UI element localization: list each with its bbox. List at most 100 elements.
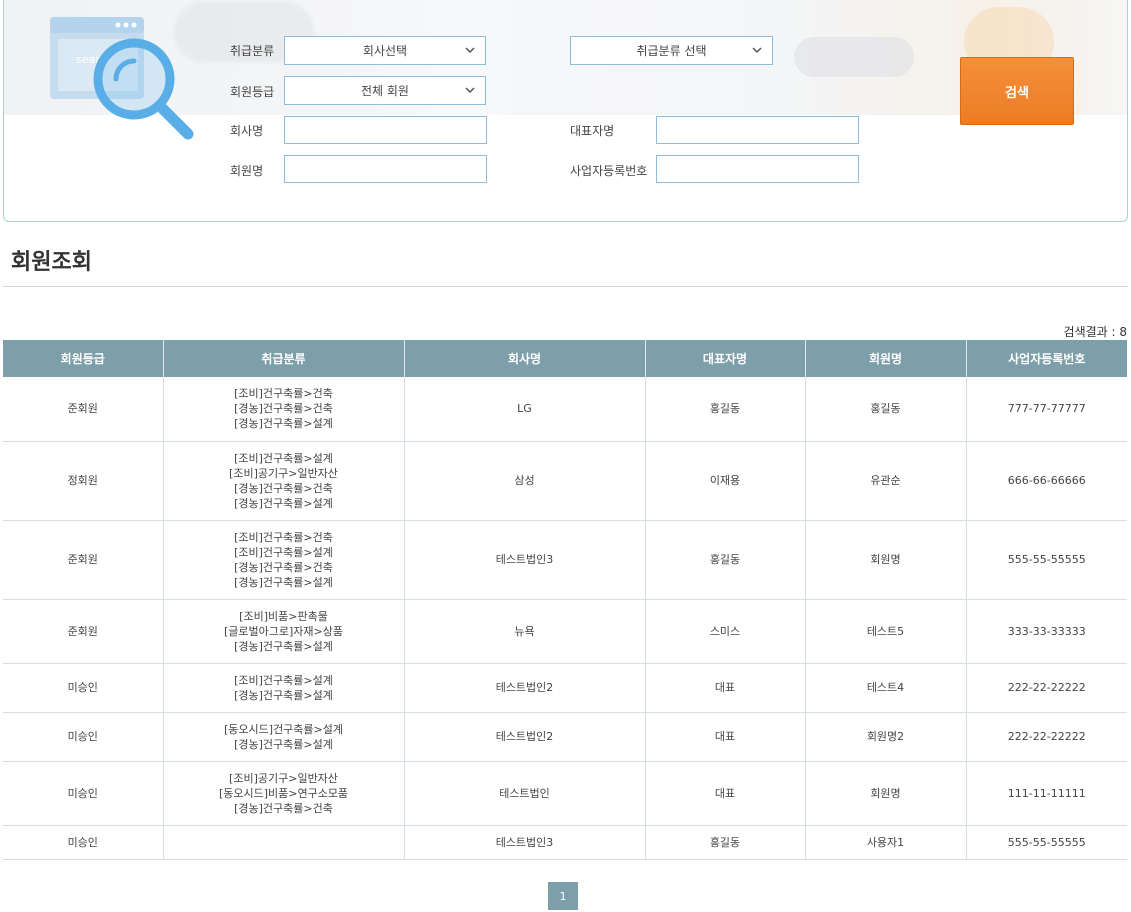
cell-categories: [조비]비품>판촉물 [글로벌아그로]자재>상품 [경농]건구축률>설계: [162, 599, 404, 664]
cell-grade: 미승인: [3, 712, 163, 762]
table-row[interactable]: 미승인 [동오시드]건구축률>설계 [경농]건구축률>설계 테스트법인2 대표 회원명2 2…: [3, 712, 1127, 762]
cell-company: 테스트법인2: [403, 712, 645, 762]
grade-select-value: 전체 회원: [361, 84, 409, 98]
category-select[interactable]: 취급분류 선택: [570, 36, 773, 65]
search-button[interactable]: 검색: [960, 57, 1074, 125]
cell-company: 테스트법인3: [403, 825, 645, 860]
category-line: [글로벌아그로]자재>상품: [224, 624, 343, 638]
cell-categories: [조비]건구축률>건축 [조비]건구축률>설계 [경농]건구축률>건축 [경농]건구축…: [162, 520, 404, 600]
chevron-down-icon: [752, 47, 762, 54]
cell-grade: 준회원: [3, 599, 163, 664]
category-line: [경농]건구축률>설계: [234, 417, 333, 431]
page-title: 회원조회: [11, 250, 92, 275]
cell-member: 테스트4: [804, 663, 966, 713]
biz-no-label: 사업자등록번호: [570, 164, 648, 178]
cell-grade: 준회원: [3, 377, 163, 442]
member-name-label: 회원명: [230, 164, 264, 178]
ceo-input[interactable]: [656, 116, 859, 144]
biz-no-input[interactable]: [656, 155, 859, 183]
grade-label: 회원등급: [230, 85, 275, 99]
title-divider: [3, 286, 1128, 287]
company-name-input[interactable]: [284, 116, 487, 144]
table-row[interactable]: 미승인 [조비]공기구>일반자산 [동오시드]비품>연구소모품 [경농]건구축률>건축…: [3, 761, 1127, 826]
table-row[interactable]: 준회원 [조비]건구축률>건축 [조비]건구축률>설계 [경농]건구축률>건축 [경농]…: [3, 520, 1127, 600]
cell-categories: [162, 825, 404, 860]
grade-select[interactable]: 전체 회원: [284, 76, 486, 105]
cell-categories: [조비]건구축률>설계 [조비]공기구>일반자산 [경농]건구축률>건축 [경농]건구…: [162, 441, 404, 521]
header-company[interactable]: 회사명: [403, 340, 645, 377]
category-line: [조비]비품>판촉물: [239, 609, 328, 623]
member-table: 회원등급 취급분류 회사명 대표자명 회원명 사업자등록번호 준회원 [조비]건구…: [3, 340, 1127, 860]
category-line: [경농]건구축률>설계: [234, 496, 333, 510]
cell-company: 뉴욕: [403, 599, 645, 664]
cell-ceo: 홍길동: [644, 520, 805, 600]
company-name-label: 회사명: [230, 124, 264, 138]
cell-categories: [동오시드]건구축률>설계 [경농]건구축률>설계: [162, 712, 404, 762]
cell-company: LG: [403, 377, 645, 442]
cell-biz-no: 111-11-11111: [965, 761, 1127, 826]
header-member[interactable]: 회원명: [804, 340, 966, 377]
cell-categories: [조비]건구축률>설계 [경농]건구축률>설계: [162, 663, 404, 713]
ceo-label: 대표자명: [570, 124, 615, 138]
cell-categories: [조비]건구축률>건축 [경농]건구축률>건축 [경농]건구축률>설계: [162, 377, 404, 442]
cell-biz-no: 222-22-22222: [965, 712, 1127, 762]
table-row[interactable]: 미승인 [조비]건구축률>설계 [경농]건구축률>설계 테스트법인2 대표 테스트4 222…: [3, 663, 1127, 713]
cell-grade: 정회원: [3, 441, 163, 521]
cell-ceo: 홍길동: [644, 825, 805, 860]
cell-grade: 미승인: [3, 825, 163, 860]
category-line: [경농]건구축률>건축: [234, 560, 333, 574]
cell-biz-no: 222-22-22222: [965, 663, 1127, 713]
table-row[interactable]: 정회원 [조비]건구축률>설계 [조비]공기구>일반자산 [경농]건구축률>건축 [경농…: [3, 441, 1127, 521]
cell-member: 사용자1: [804, 825, 966, 860]
table-row[interactable]: 미승인 테스트법인3 홍길동 사용자1 555-55-55555: [3, 825, 1127, 860]
pagination-page-1[interactable]: 1: [548, 882, 578, 910]
cell-ceo: 이재용: [644, 441, 805, 521]
search-panel: sear 취급분류 회사선택 취급분류 선택 회원등급 전체 회원 회사명 대표…: [3, 0, 1128, 222]
category-line: [경농]건구축률>건축: [234, 402, 333, 416]
cell-ceo: 대표: [644, 761, 805, 826]
category-line: [경농]건구축률>설계: [234, 639, 333, 653]
category-line: [동오시드]건구축률>설계: [224, 722, 343, 736]
category-line: [경농]건구축률>건축: [234, 481, 333, 495]
category-line: [조비]공기구>일반자산: [229, 771, 338, 785]
table-row[interactable]: 준회원 [조비]비품>판촉물 [글로벌아그로]자재>상품 [경농]건구축률>설계 뉴욕 스…: [3, 599, 1127, 664]
header-biz-no[interactable]: 사업자등록번호: [965, 340, 1127, 377]
category-select-value: 취급분류 선택: [636, 44, 707, 58]
chevron-down-icon: [465, 47, 475, 54]
category-line: [조비]건구축률>설계: [234, 451, 333, 465]
cell-grade: 미승인: [3, 761, 163, 826]
category-line: [경농]건구축률>설계: [234, 688, 333, 702]
cell-biz-no: 555-55-55555: [965, 520, 1127, 600]
cell-company: 테스트법인3: [403, 520, 645, 600]
cell-ceo: 홍길동: [644, 377, 805, 442]
category-line: [조비]건구축률>설계: [234, 673, 333, 687]
cell-member: 회원명2: [804, 712, 966, 762]
cell-member: 테스트5: [804, 599, 966, 664]
cell-member: 회원명: [804, 761, 966, 826]
cell-grade: 준회원: [3, 520, 163, 600]
category-line: [경농]건구축률>설계: [234, 737, 333, 751]
cell-ceo: 스미스: [644, 599, 805, 664]
category-line: [동오시드]비품>연구소모품: [218, 786, 349, 800]
header-category[interactable]: 취급분류: [162, 340, 404, 377]
header-ceo[interactable]: 대표자명: [644, 340, 805, 377]
cell-biz-no: 333-33-33333: [965, 599, 1127, 664]
cell-company: 테스트법인: [403, 761, 645, 826]
header-grade[interactable]: 회원등급: [3, 340, 163, 377]
cell-biz-no: 777-77-77777: [965, 377, 1127, 442]
company-select[interactable]: 회사선택: [284, 36, 486, 65]
chevron-down-icon: [465, 87, 475, 94]
cell-ceo: 대표: [644, 712, 805, 762]
cell-company: 삼성: [403, 441, 645, 521]
category-label: 취급분류: [230, 44, 275, 58]
category-line: [조비]건구축률>건축: [234, 387, 333, 401]
cell-grade: 미승인: [3, 663, 163, 713]
cell-ceo: 대표: [644, 663, 805, 713]
cell-biz-no: 555-55-55555: [965, 825, 1127, 860]
member-name-input[interactable]: [284, 155, 487, 183]
cell-member: 유관순: [804, 441, 966, 521]
table-row[interactable]: 준회원 [조비]건구축률>건축 [경농]건구축률>건축 [경농]건구축률>설계 LG 홍길…: [3, 377, 1127, 442]
table-header-row: 회원등급 취급분류 회사명 대표자명 회원명 사업자등록번호: [3, 340, 1127, 377]
cell-member: 회원명: [804, 520, 966, 600]
cell-categories: [조비]공기구>일반자산 [동오시드]비품>연구소모품 [경농]건구축률>건축: [162, 761, 404, 826]
